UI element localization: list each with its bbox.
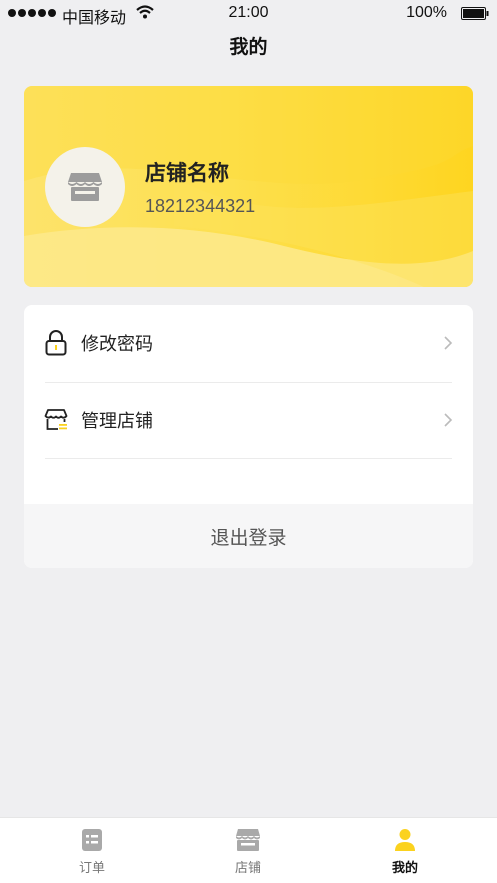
tab-label: 我的	[391, 860, 418, 875]
battery-percentage: 100%	[406, 4, 447, 21]
storefront-icon	[68, 173, 102, 201]
divider	[45, 458, 452, 459]
page: 中国移动 21:00 100% 我的 店铺名称 18212344321 修改密码…	[0, 0, 497, 883]
menu-item-manage-store[interactable]: 管理店铺	[24, 382, 473, 458]
chevron-right-icon	[444, 413, 453, 427]
order-list-icon	[9, 828, 175, 854]
tab-label: 订单	[78, 860, 105, 875]
store-icon	[165, 828, 331, 854]
settings-menu: 修改密码 管理店铺 退出登录	[24, 305, 473, 568]
tab-mine[interactable]: 我的	[322, 818, 488, 883]
menu-item-label: 修改密码	[81, 334, 153, 354]
menu-item-change-password[interactable]: 修改密码	[24, 305, 473, 381]
menu-item-label: 管理店铺	[81, 411, 153, 431]
tab-orders[interactable]: 订单	[9, 818, 175, 883]
tab-bar: 订单 店铺 我的	[0, 817, 497, 883]
logout-button[interactable]: 退出登录	[24, 504, 473, 568]
user-icon	[322, 828, 488, 854]
chevron-right-icon	[444, 336, 453, 350]
battery-icon	[461, 7, 489, 20]
store-manage-icon	[44, 407, 68, 433]
tab-label: 店铺	[234, 860, 261, 875]
store-name: 店铺名称	[145, 162, 229, 185]
lock-icon	[44, 330, 68, 356]
avatar	[45, 147, 125, 227]
page-title: 我的	[229, 37, 268, 58]
store-phone: 18212344321	[145, 196, 256, 216]
tab-store[interactable]: 店铺	[165, 818, 331, 883]
profile-card: 店铺名称 18212344321	[24, 86, 473, 287]
status-bar: 中国移动 21:00 100%	[0, 0, 497, 28]
